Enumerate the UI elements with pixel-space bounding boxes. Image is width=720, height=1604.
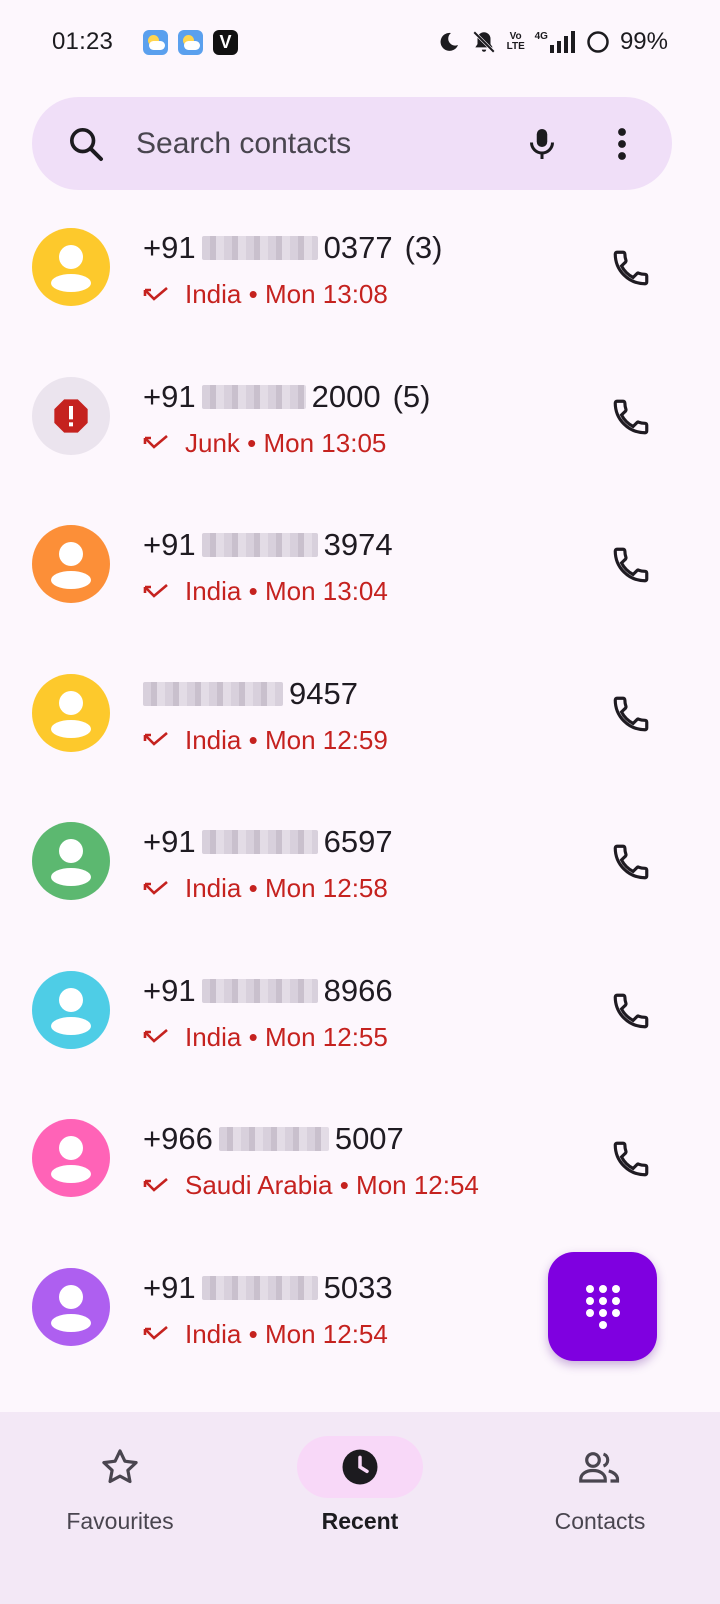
- call-detail: India • Mon 12:58: [143, 873, 388, 904]
- avatar[interactable]: [32, 673, 110, 752]
- avatar[interactable]: [32, 525, 110, 603]
- call-log-row[interactable]: +91 6597 India • Mon 12:58: [0, 787, 720, 936]
- missed-call-icon: [143, 732, 168, 746]
- nav-label: Favourites: [66, 1508, 174, 1534]
- avatar[interactable]: [32, 1267, 110, 1346]
- junk-warning-icon: [54, 398, 88, 433]
- nav-label: Recent: [321, 1508, 399, 1534]
- call-button[interactable]: [606, 986, 656, 1036]
- call-detail: India • Mon 13:04: [143, 576, 388, 607]
- call-detail: Saudi Arabia • Mon 12:54: [143, 1170, 479, 1201]
- caller-number: +91 8966: [143, 972, 393, 1008]
- search-bar[interactable]: [32, 97, 672, 190]
- mic-button[interactable]: [522, 120, 562, 168]
- phone-icon: [613, 399, 649, 434]
- call-log-row[interactable]: +91 0377 (3) India • Mon 13:08: [0, 193, 720, 342]
- avatar[interactable]: [32, 822, 110, 900]
- avatar[interactable]: [32, 970, 110, 1049]
- nav-pill: [297, 1436, 423, 1498]
- phone-icon: [613, 1141, 649, 1177]
- nav-tab-recent[interactable]: Recent: [240, 1412, 480, 1604]
- missed-call-icon: [143, 1177, 168, 1192]
- caller-number: +91 5033: [143, 1269, 393, 1305]
- moon-icon: [437, 30, 461, 54]
- call-detail: India • Mon 12:54: [143, 1319, 388, 1350]
- call-log-list: +91 0377 (3) India • Mon 13:08 +91 2000 (5) …: [0, 193, 720, 1381]
- people-icon: [579, 1452, 620, 1483]
- call-button[interactable]: [606, 837, 656, 887]
- caller-number: +91 0377 (3): [143, 230, 443, 265]
- missed-call-icon: [143, 1326, 168, 1340]
- more-vert-icon: [618, 127, 626, 160]
- call-button[interactable]: [606, 243, 656, 293]
- system-status-icons: Vo LTE 4G 99%: [437, 28, 668, 56]
- missed-call-icon: [143, 435, 168, 449]
- call-detail: India • Mon 12:55: [143, 1022, 388, 1053]
- phone-icon: [613, 993, 649, 1028]
- dialpad-button[interactable]: [548, 1252, 657, 1361]
- call-detail: Junk • Mon 13:05: [143, 428, 386, 459]
- status-time: 01:23: [52, 28, 114, 55]
- nav-pill: [57, 1436, 183, 1498]
- nav-pill: [537, 1436, 663, 1498]
- call-button[interactable]: [606, 1134, 656, 1184]
- missed-call-icon: [143, 880, 168, 895]
- call-log-row[interactable]: +966 5007 Saudi Arabia • Mon 12:54: [0, 1084, 720, 1233]
- weather-icon: [143, 29, 169, 55]
- clock-icon: [342, 1449, 378, 1485]
- nav-tab-contacts[interactable]: Contacts: [480, 1412, 720, 1604]
- search-input[interactable]: [136, 126, 522, 161]
- search-icon: [66, 124, 106, 164]
- more-options-button[interactable]: [602, 120, 642, 168]
- call-log-row[interactable]: +91 8966 India • Mon 12:55: [0, 936, 720, 1085]
- avatar[interactable]: [32, 228, 110, 306]
- call-log-row[interactable]: +91 3974 India • Mon 13:04: [0, 490, 720, 639]
- phone-icon: [613, 250, 649, 286]
- status-bar: 01:23 V Vo LTE 4G 99%: [0, 0, 720, 84]
- caller-number: +91 2000 (5): [143, 378, 431, 414]
- volte-icon: Vo LTE: [506, 31, 525, 52]
- missed-call-icon: [143, 286, 168, 301]
- avatar[interactable]: [32, 1119, 110, 1197]
- bottom-navigation: Favourites Recent Contacts: [0, 1412, 720, 1604]
- call-button[interactable]: [606, 392, 656, 442]
- v-app-icon: V: [213, 29, 239, 55]
- phone-icon: [613, 844, 649, 880]
- nav-label: Contacts: [554, 1508, 646, 1534]
- call-log-row[interactable]: 9457 India • Mon 12:59: [0, 639, 720, 788]
- notification-icons: V: [143, 29, 239, 55]
- call-count: (3): [404, 230, 443, 265]
- call-button[interactable]: [606, 689, 656, 739]
- dialpad-icon: [585, 1284, 620, 1329]
- network-type-label: 4G: [534, 31, 548, 42]
- phone-icon: [613, 696, 649, 731]
- call-button[interactable]: [606, 540, 656, 590]
- caller-number: +91 6597: [143, 824, 393, 859]
- caller-number: +91 3974: [143, 527, 393, 562]
- bell-off-icon: [471, 29, 497, 55]
- call-log-row[interactable]: +91 2000 (5) Junk • Mon 13:05: [0, 342, 720, 491]
- avatar[interactable]: [32, 376, 110, 455]
- mic-icon: [530, 128, 554, 159]
- weather-icon: [178, 29, 204, 55]
- battery-percent: 99%: [619, 28, 668, 55]
- call-detail: India • Mon 13:08: [143, 279, 388, 310]
- nav-tab-favourites[interactable]: Favourites: [0, 1412, 240, 1604]
- call-count: (5): [392, 378, 431, 414]
- missed-call-icon: [143, 583, 168, 598]
- star-outline-icon: [102, 1449, 138, 1484]
- battery-ring-icon: [586, 30, 610, 54]
- caller-number: 9457: [143, 676, 358, 712]
- phone-icon: [613, 547, 649, 583]
- missed-call-icon: [143, 1029, 168, 1043]
- caller-number: +966 5007: [143, 1121, 404, 1156]
- signal-icon: 4G: [535, 31, 576, 53]
- call-detail: India • Mon 12:59: [143, 725, 388, 756]
